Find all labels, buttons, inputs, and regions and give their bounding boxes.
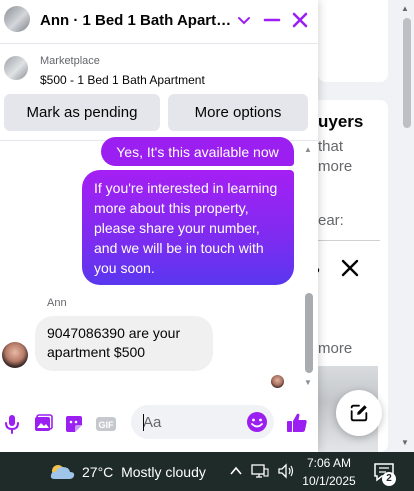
listing-title[interactable]: $500 - 1 Bed 1 Bath Apartment	[40, 73, 205, 87]
sender-name: Ann	[47, 297, 67, 309]
microphone-icon[interactable]	[1, 413, 23, 435]
notification-count-badge: 2	[382, 472, 396, 486]
scroll-up-arrow-icon[interactable]: ▲	[304, 145, 312, 154]
incoming-message: 9047086390 are your apartment $500	[35, 316, 213, 371]
message-composer: GIF	[0, 400, 318, 452]
gif-icon[interactable]: GIF	[95, 413, 117, 435]
photo-icon[interactable]	[32, 413, 54, 435]
close-icon[interactable]	[290, 10, 310, 30]
background-card-text: ear:	[318, 212, 344, 229]
listing-thumbnail[interactable]	[4, 56, 28, 80]
page-scrollbar-thumb[interactable]	[403, 18, 411, 128]
clock-time[interactable]: 7:06 AM	[306, 456, 352, 470]
message-list[interactable]: Yes, It's this available now If you're i…	[0, 137, 318, 400]
weather-widget[interactable]: 27°C Mostly cloudy	[82, 464, 206, 480]
cloudy-weather-icon[interactable]	[48, 461, 76, 481]
sticker-icon[interactable]	[63, 413, 85, 435]
avatar[interactable]	[2, 342, 28, 368]
scroll-down-arrow-icon[interactable]: ▼	[401, 438, 409, 447]
chat-window: Ann · 1 Bed 1 Bath Apartment Marketplace…	[0, 0, 318, 452]
taskbar: 27°C Mostly cloudy 7:06 AM 10/1/2025 2	[0, 452, 414, 491]
minimize-icon[interactable]	[262, 10, 282, 30]
background-card-text: that	[318, 138, 344, 155]
chat-header[interactable]: Ann · 1 Bed 1 Bath Apartment	[0, 0, 318, 44]
screen: uyers that more ear: • more ▲ ▼ Ann · 1 …	[0, 0, 414, 491]
scroll-down-arrow-icon[interactable]: ▼	[304, 378, 312, 387]
chevron-down-icon[interactable]	[236, 13, 252, 29]
close-icon[interactable]	[338, 256, 362, 280]
chat-scrollbar-thumb[interactable]	[305, 293, 313, 373]
outgoing-message: If you're interested in learning more ab…	[82, 170, 294, 285]
temperature: 27°C	[82, 464, 114, 480]
background-card-text: more	[318, 158, 353, 175]
thumbs-up-icon[interactable]	[285, 411, 309, 435]
compose-icon	[350, 404, 368, 422]
new-message-button[interactable]	[336, 390, 382, 436]
background-card-title: uyers	[318, 112, 364, 131]
text-cursor	[143, 414, 144, 431]
clock-date[interactable]: 10/1/2025	[300, 474, 358, 488]
volume-icon[interactable]	[277, 463, 295, 479]
scroll-up-arrow-icon[interactable]: ▲	[401, 4, 409, 13]
more-options-button[interactable]: More options	[168, 94, 308, 131]
read-receipt-avatar	[271, 375, 284, 388]
marketplace-label: Marketplace	[40, 55, 100, 67]
see-more-link[interactable]: more	[318, 340, 352, 357]
chat-title[interactable]: Ann · 1 Bed 1 Bath Apartment	[40, 12, 232, 29]
outgoing-message: Yes, It's this available now	[101, 137, 294, 166]
divider	[310, 240, 380, 241]
avatar[interactable]	[4, 6, 30, 32]
chevron-up-icon[interactable]	[229, 464, 243, 478]
emoji-icon[interactable]	[246, 411, 268, 433]
network-icon[interactable]	[251, 463, 269, 479]
weather-condition: Mostly cloudy	[121, 464, 206, 480]
background-card-top	[318, 0, 388, 82]
mark-as-pending-button[interactable]: Mark as pending	[4, 94, 160, 131]
svg-text:GIF: GIF	[99, 420, 115, 430]
